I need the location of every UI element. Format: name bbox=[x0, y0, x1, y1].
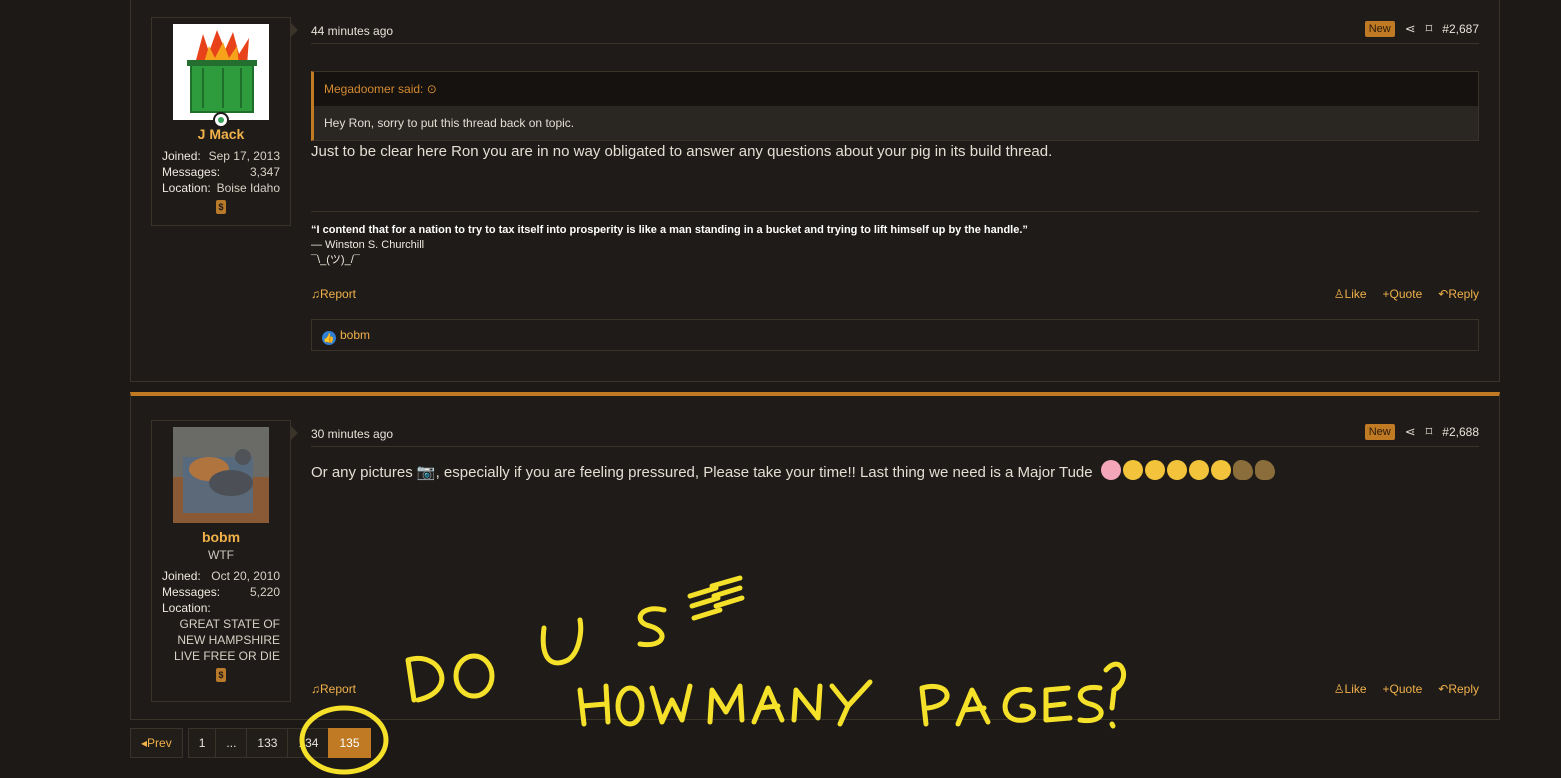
username[interactable]: J Mack bbox=[162, 126, 280, 142]
share-icon[interactable]: ⋖ bbox=[1405, 21, 1416, 37]
avatar[interactable] bbox=[173, 427, 269, 523]
page-current[interactable]: 135 bbox=[328, 728, 371, 758]
reply-button[interactable]: ↶Reply bbox=[1438, 287, 1479, 301]
signature-divider bbox=[311, 211, 1479, 212]
new-badge: New bbox=[1364, 21, 1395, 37]
trophy-icon[interactable]: $ bbox=[216, 668, 226, 682]
bell-icon: ♫ bbox=[311, 287, 320, 301]
wink-emoji-icon bbox=[1122, 460, 1143, 480]
quote-button[interactable]: +Quote bbox=[1383, 287, 1423, 301]
dumpster-fire-icon bbox=[173, 24, 269, 120]
post-body: Or any pictures 📷, especially if you are… bbox=[311, 460, 1275, 481]
user-card: bobm WTF Joined: Oct 20, 2010 Messages: 5,… bbox=[151, 420, 298, 702]
location-label: Location: bbox=[162, 601, 211, 615]
sunglasses-emoji-icon bbox=[1166, 460, 1187, 480]
username[interactable]: bobm bbox=[162, 529, 280, 545]
like-button[interactable]: ♙Like bbox=[1334, 682, 1367, 696]
pig-emoji-icon bbox=[1100, 460, 1121, 480]
post-body: Just to be clear here Ron you are in no … bbox=[311, 143, 1053, 160]
post-number[interactable]: #2,688 bbox=[1442, 425, 1479, 439]
report-button[interactable]: ♫Report bbox=[311, 682, 356, 696]
reactions-bar: 👍 bobm bbox=[311, 319, 1479, 351]
reply-arrow-icon: ↶ bbox=[1438, 682, 1449, 696]
dog-photo-icon bbox=[173, 427, 269, 523]
location-value: GREAT STATE OF NEW HAMPSHIRE LIVE FREE O… bbox=[173, 617, 280, 663]
rofl-emoji-icon bbox=[1188, 460, 1209, 480]
post: J Mack Joined: Sep 17, 2013 Messages: 3,34… bbox=[130, 0, 1500, 382]
post: bobm WTF Joined: Oct 20, 2010 Messages: 5,… bbox=[130, 392, 1500, 720]
joined-value: Sep 17, 2013 bbox=[208, 149, 280, 163]
post-time[interactable]: 30 minutes ago bbox=[311, 427, 393, 441]
bell-icon: ♫ bbox=[311, 682, 320, 696]
joined-label: Joined: bbox=[162, 149, 201, 163]
post-time[interactable]: 44 minutes ago bbox=[311, 24, 393, 38]
quote-button[interactable]: +Quote bbox=[1383, 682, 1423, 696]
post-header: 30 minutes ago New ⋖ ⌑ #2,688 bbox=[311, 420, 1479, 447]
quote-text: Hey Ron, sorry to put this thread back o… bbox=[314, 106, 1478, 140]
duck-emoji-icon bbox=[1232, 460, 1253, 480]
signature-quote: “I contend that for a nation to try to t… bbox=[311, 224, 1028, 236]
reaction-user[interactable]: bobm bbox=[340, 328, 370, 342]
quote-up-arrow-icon[interactable]: ⊙ bbox=[427, 82, 437, 96]
thumbs-up-emoji-icon bbox=[1144, 460, 1165, 480]
signature-author: — Winston S. Churchill bbox=[311, 239, 425, 251]
user-title: WTF bbox=[208, 548, 234, 562]
plus-icon: + bbox=[1382, 287, 1390, 301]
new-badge: New bbox=[1364, 424, 1395, 440]
trophy-icon[interactable]: $ bbox=[216, 200, 226, 214]
signature-shrug: ¯\_(ツ)_/¯ bbox=[311, 254, 360, 266]
post-number[interactable]: #2,687 bbox=[1442, 22, 1479, 36]
bookmark-icon[interactable]: ⌑ bbox=[1426, 424, 1433, 440]
plus-icon: + bbox=[1382, 682, 1390, 696]
reply-button[interactable]: ↶Reply bbox=[1438, 682, 1479, 696]
messages-label: Messages: bbox=[162, 585, 221, 599]
like-reaction-icon: 👍 bbox=[322, 331, 336, 345]
page-ellipsis[interactable]: ... bbox=[215, 728, 248, 758]
joined-label: Joined: bbox=[162, 569, 201, 583]
quote-block: Megadoomer said: ⊙ Hey Ron, sorry to put… bbox=[311, 71, 1479, 141]
page-link[interactable]: 133 bbox=[246, 728, 289, 758]
reply-arrow-icon: ↶ bbox=[1438, 287, 1449, 301]
location-value: Boise Idaho bbox=[216, 181, 280, 195]
neutral-emoji-icon bbox=[1210, 460, 1231, 480]
page-link[interactable]: 134 bbox=[287, 728, 330, 758]
thumbs-up-icon: ♙ bbox=[1333, 287, 1345, 301]
messages-value: 5,220 bbox=[249, 585, 280, 599]
messages-label: Messages: bbox=[162, 165, 221, 179]
online-status-icon bbox=[213, 112, 229, 128]
joined-value: Oct 20, 2010 bbox=[211, 569, 280, 583]
bookmark-icon[interactable]: ⌑ bbox=[1426, 21, 1433, 37]
thumbs-up-icon: ♙ bbox=[1333, 682, 1345, 696]
duck-emoji-icon bbox=[1254, 460, 1275, 480]
user-card: J Mack Joined: Sep 17, 2013 Messages: 3,34… bbox=[151, 17, 298, 226]
report-button[interactable]: ♫Report bbox=[311, 287, 356, 301]
signature: “I contend that for a nation to try to t… bbox=[311, 223, 1028, 268]
page-link[interactable]: 1 bbox=[187, 728, 217, 758]
avatar[interactable] bbox=[173, 24, 269, 128]
prev-page-button[interactable]: ◂Prev bbox=[130, 728, 183, 758]
location-label: Location: bbox=[162, 181, 211, 195]
like-button[interactable]: ♙Like bbox=[1334, 287, 1367, 301]
share-icon[interactable]: ⋖ bbox=[1405, 424, 1416, 440]
pagination: ◂Prev 1 ... 133 134 135 bbox=[130, 728, 371, 758]
emoji-row bbox=[1100, 460, 1275, 480]
quote-author[interactable]: Megadoomer said: bbox=[324, 82, 423, 96]
camera-emoji-icon: 📷 bbox=[416, 464, 436, 481]
messages-value: 3,347 bbox=[249, 165, 280, 179]
post-header: 44 minutes ago New ⋖ ⌑ #2,687 bbox=[311, 17, 1479, 44]
